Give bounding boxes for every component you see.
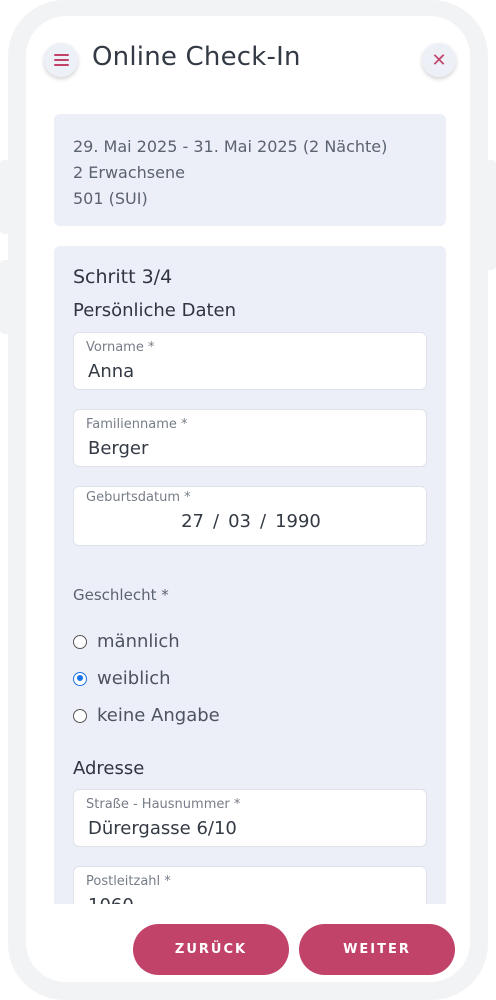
page-title: Online Check-In <box>92 42 301 72</box>
street-value: Dürergasse 6/10 <box>88 818 237 839</box>
device-side-button <box>0 260 14 334</box>
booking-guests: 2 Erwachsene <box>73 163 185 182</box>
gender-option-female[interactable]: weiblich <box>73 668 171 689</box>
gender-option-male[interactable]: männlich <box>73 631 180 652</box>
last-name-field[interactable]: Familienname * Berger <box>73 409 427 467</box>
back-button[interactable]: ZURÜCK <box>133 924 289 975</box>
close-button[interactable]: ✕ <box>422 43 456 77</box>
hamburger-menu-icon <box>53 53 69 67</box>
first-name-label: Vorname * <box>86 340 155 355</box>
street-label: Straße - Hausnummer * <box>86 797 241 812</box>
personal-data-heading: Persönliche Daten <box>73 300 237 321</box>
menu-button[interactable] <box>44 43 78 77</box>
app-header: Online Check-In ✕ <box>26 16 470 106</box>
birthdate-label: Geburtsdatum * <box>86 490 191 505</box>
gender-label: Geschlecht * <box>73 586 169 604</box>
gender-option-label: keine Angabe <box>97 705 220 726</box>
postal-code-label: Postleitzahl * <box>86 874 171 889</box>
first-name-value: Anna <box>88 361 135 382</box>
booking-summary: 29. Mai 2025 - 31. Mai 2025 (2 Nächte) 2… <box>54 114 446 226</box>
birthdate-field[interactable]: Geburtsdatum * 27 / 03 / 1990 <box>73 486 427 546</box>
date-separator: / <box>213 511 220 532</box>
radio-button[interactable] <box>73 634 87 649</box>
birthdate-day[interactable]: 27 <box>181 511 204 532</box>
footer-bar: ZURÜCK WEITER <box>26 904 470 982</box>
birthdate-value: 27 / 03 / 1990 <box>74 511 428 532</box>
date-separator: / <box>260 511 267 532</box>
booking-dates: 29. Mai 2025 - 31. Mai 2025 (2 Nächte) <box>73 137 388 156</box>
gender-option-none[interactable]: keine Angabe <box>73 705 220 726</box>
device-side-button <box>0 160 14 234</box>
last-name-value: Berger <box>88 438 149 459</box>
close-icon: ✕ <box>431 49 447 71</box>
app-screen: Online Check-In ✕ 29. Mai 2025 - 31. Mai… <box>26 16 470 982</box>
device-side-button <box>482 160 496 270</box>
gender-option-label: männlich <box>97 631 180 652</box>
first-name-field[interactable]: Vorname * Anna <box>73 332 427 390</box>
last-name-label: Familienname * <box>86 417 188 432</box>
next-button[interactable]: WEITER <box>299 924 455 975</box>
radio-button[interactable] <box>73 708 87 723</box>
checkin-form: Schritt 3/4 Persönliche Daten Vorname * … <box>54 246 446 946</box>
birthdate-month[interactable]: 03 <box>228 511 251 532</box>
address-heading: Adresse <box>73 758 145 779</box>
radio-button-checked[interactable] <box>73 671 87 686</box>
step-indicator: Schritt 3/4 <box>73 266 173 288</box>
booking-room: 501 (SUI) <box>73 189 148 208</box>
street-field[interactable]: Straße - Hausnummer * Dürergasse 6/10 <box>73 789 427 847</box>
birthdate-year[interactable]: 1990 <box>275 511 321 532</box>
gender-option-label: weiblich <box>97 668 171 689</box>
